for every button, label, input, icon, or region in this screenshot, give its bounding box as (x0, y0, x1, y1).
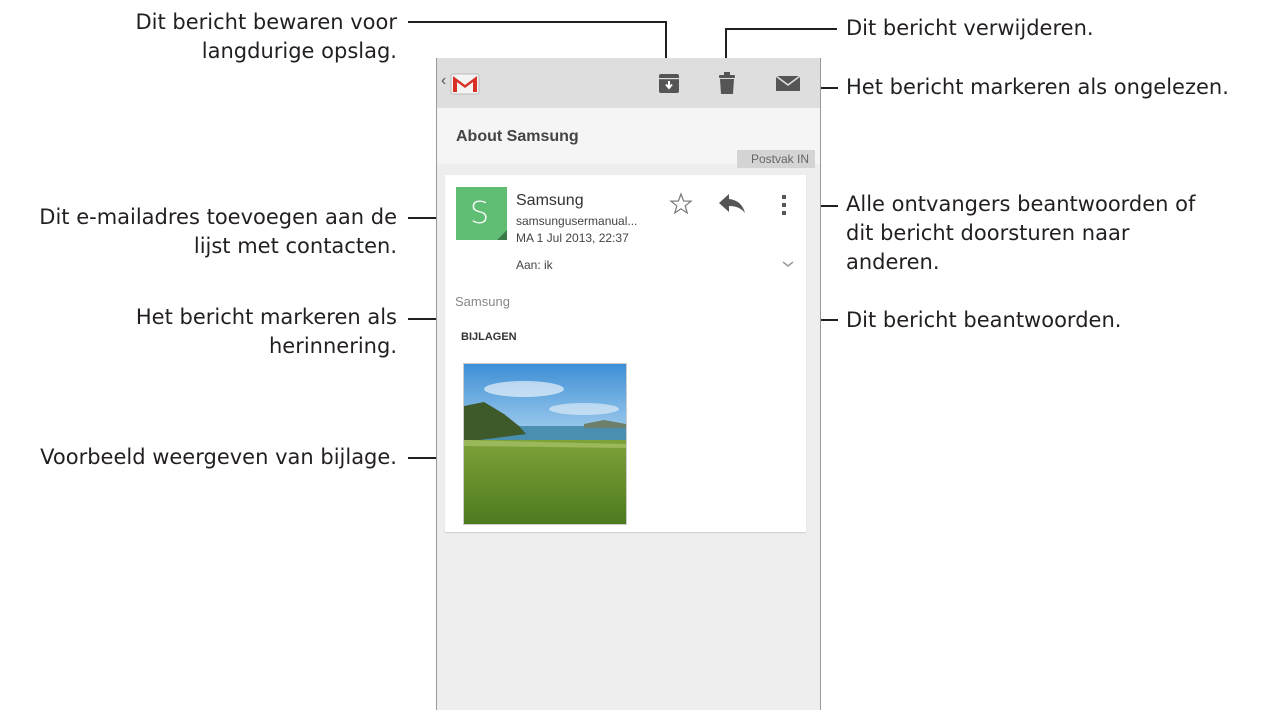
folder-label-badge[interactable]: Postvak IN (736, 150, 815, 168)
attachments-header: BIJLAGEN (461, 331, 517, 343)
annotation-reply-all-forward: Alle ontvangers beantwoorden of dit beri… (846, 192, 1196, 274)
annotation-archive: Dit bericht bewaren voor langdurige opsl… (135, 10, 397, 63)
avatar[interactable]: S (456, 187, 507, 240)
archive-icon[interactable] (656, 70, 682, 96)
annotation-add-contact: Dit e-mailadres toevoegen aan de lijst m… (39, 205, 397, 258)
attachment-thumbnail[interactable] (463, 363, 627, 525)
sender-address: samsungusermanual... (516, 214, 638, 228)
more-vert-icon[interactable] (779, 193, 789, 217)
annotation-mark-unread: Het bericht markeren als ongelezen. (846, 75, 1229, 99)
message-card: S Samsung samsungusermanual... MA 1 Jul … (445, 175, 806, 532)
sender-name: Samsung (516, 192, 584, 209)
phone-screen: ‹ About Samsung Postvak IN S Samsung sam… (436, 58, 821, 710)
annotation-star: Het bericht markeren als herinnering. (135, 305, 397, 358)
action-bar: ‹ (437, 58, 820, 108)
reply-icon[interactable] (717, 191, 747, 217)
gmail-logo[interactable] (449, 68, 481, 98)
annotation-delete: Dit bericht verwijderen. (846, 16, 1094, 40)
envelope-icon[interactable] (774, 70, 802, 96)
message-snippet: Samsung (455, 294, 510, 309)
chevron-down-icon[interactable] (781, 259, 795, 269)
trash-icon[interactable] (714, 70, 740, 96)
message-date: MA 1 Jul 2013, 22:37 (516, 231, 629, 245)
recipient: Aan: ik (516, 258, 553, 272)
annotation-preview: Voorbeeld weergeven van bijlage. (40, 445, 397, 469)
avatar-corner (497, 230, 507, 240)
page-title: About Samsung (456, 128, 579, 145)
back-icon[interactable]: ‹ (441, 72, 446, 90)
leader-delete-h (725, 28, 837, 30)
leader-archive-h (408, 21, 666, 23)
star-icon[interactable] (669, 192, 693, 216)
annotation-reply: Dit bericht beantwoorden. (846, 308, 1122, 332)
